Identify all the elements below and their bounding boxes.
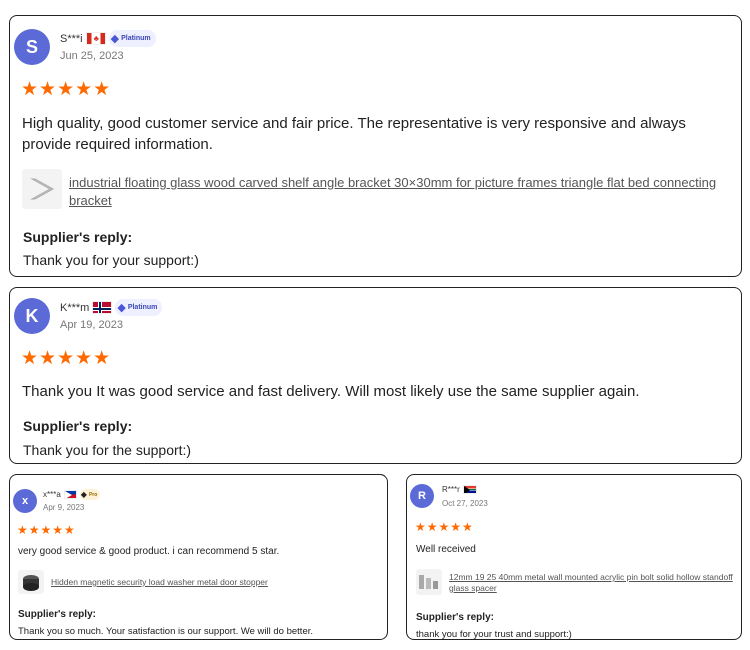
- supplier-reply-title: Supplier's reply:: [18, 609, 96, 620]
- product-link-row[interactable]: 12mm 19 25 40mm metal wall mounted acryl…: [416, 569, 739, 595]
- product-link-row[interactable]: industrial floating glass wood carved sh…: [22, 169, 734, 210]
- star-rating: ★★★★★: [21, 348, 112, 369]
- product-link[interactable]: Hidden magnetic security load washer met…: [51, 577, 268, 587]
- supplier-reply-text: Thank you for your support:): [23, 252, 199, 268]
- product-thumbnail[interactable]: [416, 569, 442, 595]
- review-date: Apr 19, 2023: [60, 319, 123, 331]
- supplier-reply-text: Thank you for the support:): [23, 442, 192, 458]
- review-date: Oct 27, 2023: [442, 499, 488, 508]
- reviewer-name: S***i: [60, 32, 83, 45]
- supplier-reply-text: thank you for your trust and support:): [416, 629, 572, 640]
- standoff-spacer-icon: [419, 575, 438, 589]
- door-stopper-icon: [23, 575, 39, 591]
- philippines-flag-icon: [63, 490, 77, 499]
- product-thumbnail[interactable]: [22, 169, 62, 209]
- supplier-reply-title: Supplier's reply:: [23, 229, 133, 245]
- reviewer-name: K***m: [60, 301, 90, 314]
- badge-label: Platinum: [121, 35, 151, 42]
- pro-badge: ◆ Pro: [79, 489, 101, 500]
- review-card: x x***a ◆ Pro Apr 9, 2023 ★★★★★ very goo…: [9, 474, 388, 640]
- reviewer-name: x***a: [43, 490, 61, 499]
- avatar: S: [14, 29, 50, 65]
- diamond-icon: ◆: [110, 33, 120, 45]
- star-rating: ★★★★★: [17, 523, 76, 537]
- supplier-reply-title: Supplier's reply:: [416, 612, 494, 623]
- product-link[interactable]: 12mm 19 25 40mm metal wall mounted acryl…: [449, 572, 739, 594]
- badge-label: Pro: [88, 491, 98, 498]
- review-card: S S***i ♣ ◆ Platinum Jun 25, 2023 ★★★★★ …: [9, 15, 742, 277]
- star-rating: ★★★★★: [415, 520, 474, 534]
- review-card: K K***m ◆ Platinum Apr 19, 2023 ★★★★★ Th…: [9, 287, 742, 464]
- canada-flag-icon: ♣: [85, 32, 106, 45]
- review-date: Jun 25, 2023: [60, 50, 124, 62]
- platinum-badge: ◆ Platinum: [108, 30, 156, 47]
- review-date: Apr 9, 2023: [43, 503, 85, 512]
- diamond-icon: ◆: [80, 490, 87, 499]
- review-text: very good service & good product. i can …: [18, 546, 280, 557]
- bracket-icon: [30, 178, 55, 200]
- platinum-badge: ◆ Platinum: [115, 299, 163, 316]
- star-rating: ★★★★★: [21, 79, 112, 100]
- south-africa-flag-icon: [462, 485, 477, 494]
- review-card: R R***r Oct 27, 2023 ★★★★★ Well received…: [406, 474, 742, 640]
- badge-label: Platinum: [127, 304, 158, 311]
- supplier-reply-title: Supplier's reply:: [23, 418, 133, 434]
- norway-flag-icon: [92, 301, 113, 314]
- avatar: R: [410, 484, 434, 508]
- avatar: x: [13, 489, 37, 513]
- product-thumbnail[interactable]: [18, 570, 44, 594]
- diamond-icon: ◆: [117, 302, 126, 314]
- product-link-row[interactable]: Hidden magnetic security load washer met…: [18, 570, 268, 594]
- review-text: High quality, good customer service and …: [22, 115, 686, 153]
- avatar: K: [14, 298, 50, 334]
- review-text: Well received: [416, 544, 476, 555]
- reviewer-name: R***r: [442, 485, 460, 494]
- product-link[interactable]: industrial floating glass wood carved sh…: [69, 174, 729, 210]
- supplier-reply-text: Thank you so much. Your satisfaction is …: [18, 626, 314, 637]
- review-text: Thank you It was good service and fast d…: [22, 383, 640, 400]
